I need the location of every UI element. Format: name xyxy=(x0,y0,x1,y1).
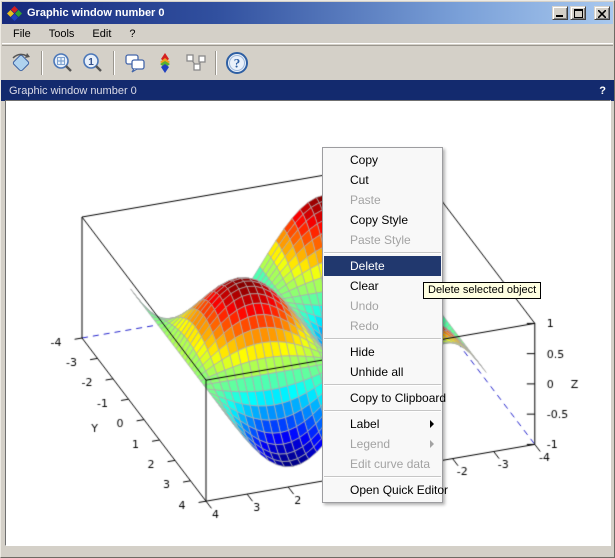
menu-item-edit-curve-data: Edit curve data xyxy=(324,454,441,474)
speech-bubbles-icon xyxy=(123,51,147,75)
datatips-button[interactable] xyxy=(180,49,210,77)
minimize-button[interactable] xyxy=(552,6,568,20)
scilab-app-icon xyxy=(7,6,22,21)
menu-item-copy-to-clipboard[interactable]: Copy to Clipboard xyxy=(324,388,441,408)
ged-button[interactable] xyxy=(150,49,180,77)
close-button[interactable] xyxy=(594,6,610,20)
menu-separator xyxy=(324,384,441,386)
submenu-arrow-icon xyxy=(430,440,434,448)
minimize-icon xyxy=(556,15,564,18)
menu-file[interactable]: File xyxy=(4,26,40,42)
menu-item-paste-style: Paste Style xyxy=(324,230,441,250)
infobar-title: Graphic window number 0 xyxy=(9,85,137,97)
titlebar: Graphic window number 0 xyxy=(2,2,613,24)
figure-infobar: Graphic window number 0 ? xyxy=(1,80,614,101)
help-button[interactable]: ? xyxy=(222,49,252,77)
menu-item-delete[interactable]: Delete xyxy=(324,256,441,276)
menu-item-unhide-all[interactable]: Unhide all xyxy=(324,362,441,382)
graphic-window: Graphic window number 0 File Tools Edit … xyxy=(0,0,615,558)
maximize-icon xyxy=(574,9,583,18)
original-view-button[interactable]: 1 xyxy=(78,49,108,77)
menu-edit[interactable]: Edit xyxy=(83,26,120,42)
close-icon xyxy=(598,10,606,18)
menu-item-legend: Legend xyxy=(324,434,441,454)
svg-text:1: 1 xyxy=(88,57,94,68)
menu-item-hide[interactable]: Hide xyxy=(324,342,441,362)
menu-item-paste: Paste xyxy=(324,190,441,210)
svg-text:?: ? xyxy=(234,55,241,70)
menu-separator xyxy=(324,338,441,340)
help-icon: ? xyxy=(225,51,249,75)
menu-item-redo: Redo xyxy=(324,316,441,336)
plot-area xyxy=(5,100,611,546)
rotate-icon xyxy=(9,51,33,75)
zoom-area-icon xyxy=(51,51,75,75)
menu-item-cut[interactable]: Cut xyxy=(324,170,441,190)
menu-item-undo: Undo xyxy=(324,296,441,316)
menu-separator xyxy=(324,410,441,412)
menu-item-open-quick-editor[interactable]: Open Quick Editor xyxy=(324,480,441,500)
menu-help[interactable]: ? xyxy=(120,26,144,42)
menu-item-label[interactable]: Label xyxy=(324,414,441,434)
menubar: File Tools Edit ? xyxy=(1,24,614,43)
context-menu: CopyCutPasteCopy StylePaste Style Delete C… xyxy=(322,147,443,503)
infobar-help-icon[interactable]: ? xyxy=(599,85,606,97)
zoom-area-button[interactable] xyxy=(48,49,78,77)
rotate-button[interactable] xyxy=(6,49,36,77)
menu-separator xyxy=(324,252,441,254)
maximize-button[interactable] xyxy=(570,6,586,20)
toolbar: 1 xyxy=(1,46,614,79)
tooltip: Delete selected object xyxy=(423,282,541,299)
original-view-icon: 1 xyxy=(81,51,105,75)
menu-item-copy-style[interactable]: Copy Style xyxy=(324,210,441,230)
toolbar-separator xyxy=(41,51,43,75)
node-graph-icon xyxy=(183,51,207,75)
quick-editor-button[interactable] xyxy=(120,49,150,77)
submenu-arrow-icon xyxy=(430,420,434,428)
window-title: Graphic window number 0 xyxy=(27,7,552,19)
menu-tools[interactable]: Tools xyxy=(40,26,84,42)
ged-colorful-icon xyxy=(153,51,177,75)
plot-canvas[interactable] xyxy=(6,101,610,545)
menu-item-copy[interactable]: Copy xyxy=(324,150,441,170)
menu-separator xyxy=(324,476,441,478)
toolbar-separator xyxy=(215,51,217,75)
toolbar-separator xyxy=(113,51,115,75)
